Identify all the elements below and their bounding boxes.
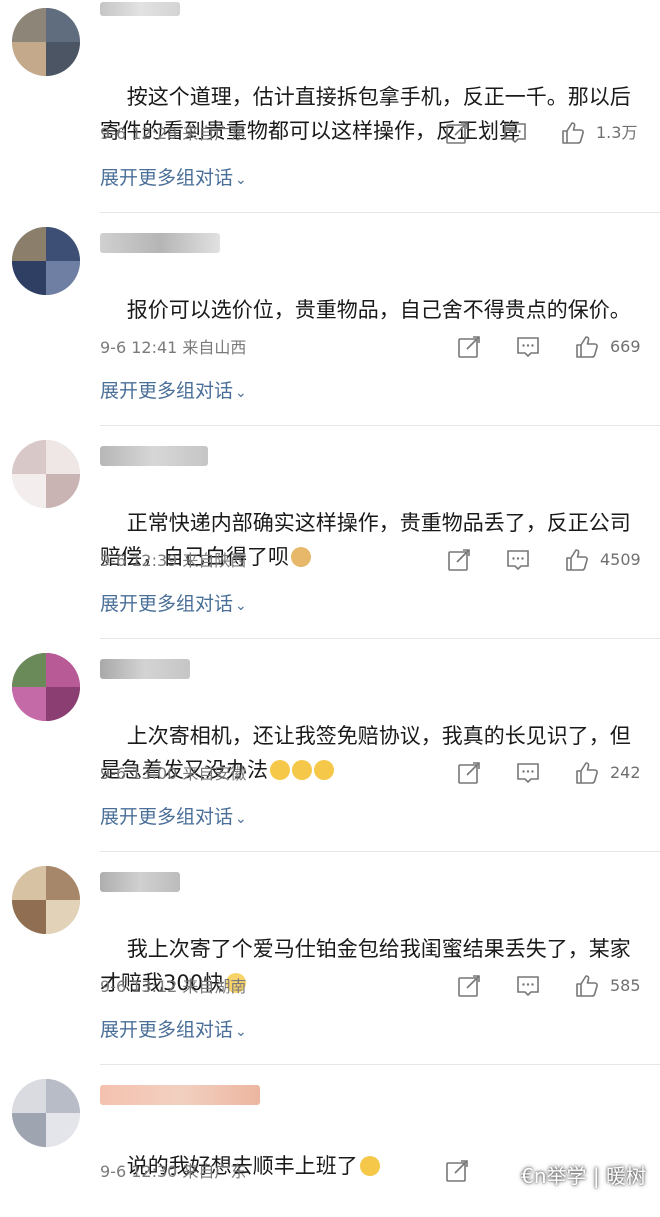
share-icon[interactable]	[444, 1158, 470, 1184]
avatar[interactable]	[12, 227, 80, 295]
comment-actions: 669	[440, 334, 650, 364]
like-icon[interactable]	[574, 334, 600, 360]
watermark: €n举学 | 暖树	[521, 1164, 646, 1188]
username-blurred[interactable]	[100, 233, 220, 253]
like-count: 1.3万	[596, 123, 638, 142]
comment-meta: 9-6 13:12 来自湖南	[100, 977, 246, 997]
crying-emoji	[314, 760, 334, 780]
comment-date: 9-6 13:00	[100, 764, 178, 783]
comment-actions: 242	[440, 760, 650, 790]
comment-date: 9-6 12:28	[100, 124, 178, 143]
crying-emoji	[292, 760, 312, 780]
comment-icon[interactable]	[515, 973, 541, 999]
divider	[100, 425, 660, 426]
laugh-cry-emoji	[359, 1156, 380, 1176]
share-icon[interactable]	[446, 547, 472, 573]
expand-conversations-link[interactable]: 展开更多组对话 ⌄	[100, 1018, 247, 1044]
comment-icon[interactable]	[515, 334, 541, 360]
avatar[interactable]	[12, 866, 80, 934]
like-icon[interactable]	[574, 760, 600, 786]
comment-text: 我上次寄了个爱马仕铂金包给我闺蜜结果丢失了，某家才赔我300快	[100, 937, 631, 995]
username-blurred[interactable]	[100, 872, 180, 892]
comment-location: 来自山西	[182, 338, 247, 357]
comment-location: 来自湖南	[182, 977, 247, 996]
comment-actions: 585	[440, 973, 650, 1003]
expand-conversations-link[interactable]: 展开更多组对话 ⌄	[100, 166, 247, 192]
comment-icon[interactable]	[515, 760, 541, 786]
chevron-down-icon: ⌄	[235, 598, 247, 614]
share-icon[interactable]	[456, 760, 482, 786]
username-blurred[interactable]	[100, 659, 190, 679]
username-blurred[interactable]	[100, 2, 180, 16]
comment-meta: 9-6 12:30 来自广东	[100, 1162, 246, 1182]
username-blurred[interactable]	[100, 446, 208, 466]
avatar[interactable]	[12, 1079, 80, 1147]
comment-icon[interactable]	[505, 547, 531, 573]
comment-text: 上次寄相机，还让我签免赔协议，我真的长见识了，但是急着发又没办法	[100, 724, 631, 782]
like-icon[interactable]	[574, 973, 600, 999]
divider	[100, 212, 660, 213]
avatar[interactable]	[12, 8, 80, 76]
username-blurred[interactable]	[100, 1085, 260, 1105]
expand-conversations-link[interactable]: 展开更多组对话 ⌄	[100, 592, 247, 618]
share-icon[interactable]	[456, 334, 482, 360]
expand-conversations-link[interactable]: 展开更多组对话 ⌄	[100, 379, 247, 405]
divider	[100, 851, 660, 852]
like-count: 4509	[600, 550, 641, 569]
avatar[interactable]	[12, 440, 80, 508]
chevron-down-icon: ⌄	[235, 385, 247, 401]
comment-date: 9-6 12:41	[100, 338, 178, 357]
doge-emoji	[291, 547, 311, 567]
like-count: 242	[610, 763, 641, 782]
comment-actions: 1.3万	[440, 120, 650, 150]
share-icon[interactable]	[444, 120, 470, 146]
divider	[100, 638, 660, 639]
crying-emoji	[270, 760, 290, 780]
comment-text: 按这个道理，估计直接拆包拿手机，反正一千。那以后寄件的看到贵重物都可以这样操作，…	[100, 85, 631, 143]
comment-location: 来自广东	[182, 1162, 247, 1181]
comment-date: 9-6 12:30	[100, 1162, 178, 1181]
chevron-down-icon: ⌄	[235, 811, 247, 827]
comment-meta: 9-6 12:39 来自陕西	[100, 551, 246, 571]
comment-actions: 4509	[440, 547, 650, 577]
divider	[100, 1064, 660, 1065]
comment-date: 9-6 13:12	[100, 977, 178, 996]
like-icon[interactable]	[564, 547, 590, 573]
comment-meta: 9-6 13:00 来自安徽	[100, 764, 246, 784]
comment-meta: 9-6 12:28 来自广东	[100, 124, 246, 144]
comment-icon[interactable]	[502, 120, 528, 146]
share-icon[interactable]	[456, 973, 482, 999]
comment-text: 正常快递内部确实这样操作，贵重物品丢了，反正公司赔偿，自己白得了呗	[100, 511, 631, 569]
like-icon[interactable]	[560, 120, 586, 146]
avatar[interactable]	[12, 653, 80, 721]
chevron-down-icon: ⌄	[235, 172, 247, 188]
chevron-down-icon: ⌄	[235, 1024, 247, 1040]
comment-location: 来自陕西	[182, 551, 247, 570]
like-count: 669	[610, 337, 641, 356]
comment-date: 9-6 12:39	[100, 551, 178, 570]
like-count: 585	[610, 976, 641, 995]
comment-meta: 9-6 12:41 来自山西	[100, 338, 246, 358]
comment-location: 来自安徽	[182, 764, 247, 783]
expand-conversations-link[interactable]: 展开更多组对话 ⌄	[100, 805, 247, 831]
comment-location: 来自广东	[182, 124, 247, 143]
